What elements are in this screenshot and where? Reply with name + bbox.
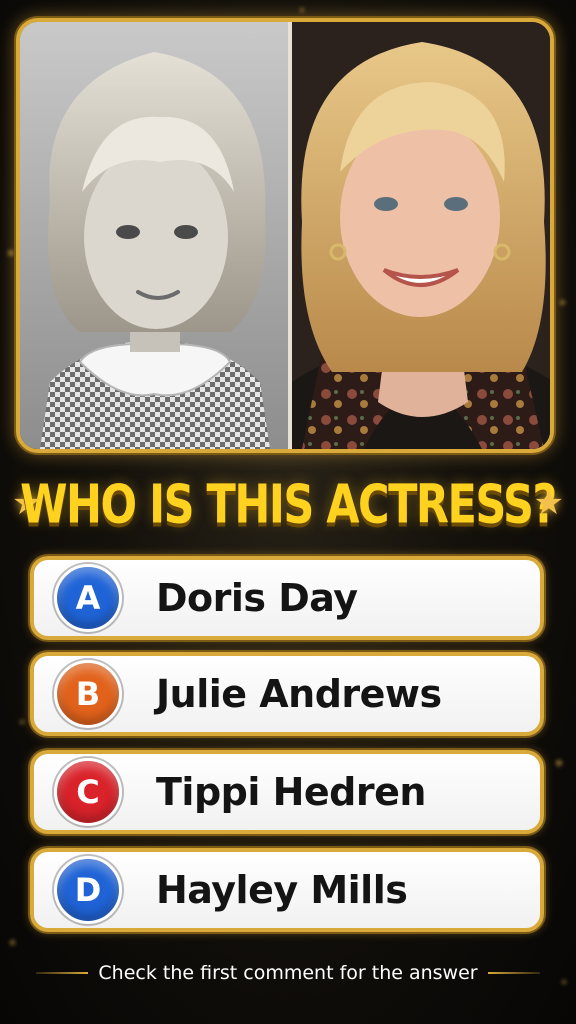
option-label: Julie Andrews xyxy=(156,672,442,716)
modern-portrait-color-icon xyxy=(292,22,550,449)
page-title: WHO IS THIS ACTRESS? xyxy=(20,473,557,537)
footer-divider-left xyxy=(36,972,89,974)
option-letter-badge: A xyxy=(54,564,122,632)
answer-option-d[interactable]: D Hayley Mills xyxy=(30,848,544,932)
footer: Check the first comment for the answer xyxy=(0,958,576,988)
answer-option-b[interactable]: B Julie Andrews xyxy=(30,652,544,736)
answer-option-a[interactable]: A Doris Day xyxy=(30,556,544,640)
option-letter-badge: B xyxy=(54,660,122,728)
star-icon: ★ xyxy=(533,483,564,523)
title-row: WHO IS THIS ACTRESS? xyxy=(0,470,576,540)
option-letter-badge: C xyxy=(54,758,122,826)
option-label: Hayley Mills xyxy=(156,868,408,912)
answer-option-c[interactable]: C Tippi Hedren xyxy=(30,750,544,834)
vintage-portrait-photo xyxy=(20,22,288,449)
option-letter-badge: D xyxy=(54,856,122,924)
footer-hint-text: Check the first comment for the answer xyxy=(98,962,478,984)
vintage-portrait-bw-icon xyxy=(20,22,288,449)
footer-divider-right xyxy=(487,972,540,974)
photo-comparison-frame xyxy=(16,18,554,453)
option-label: Doris Day xyxy=(156,576,358,620)
modern-portrait-photo xyxy=(292,22,550,449)
option-label: Tippi Hedren xyxy=(156,770,426,814)
